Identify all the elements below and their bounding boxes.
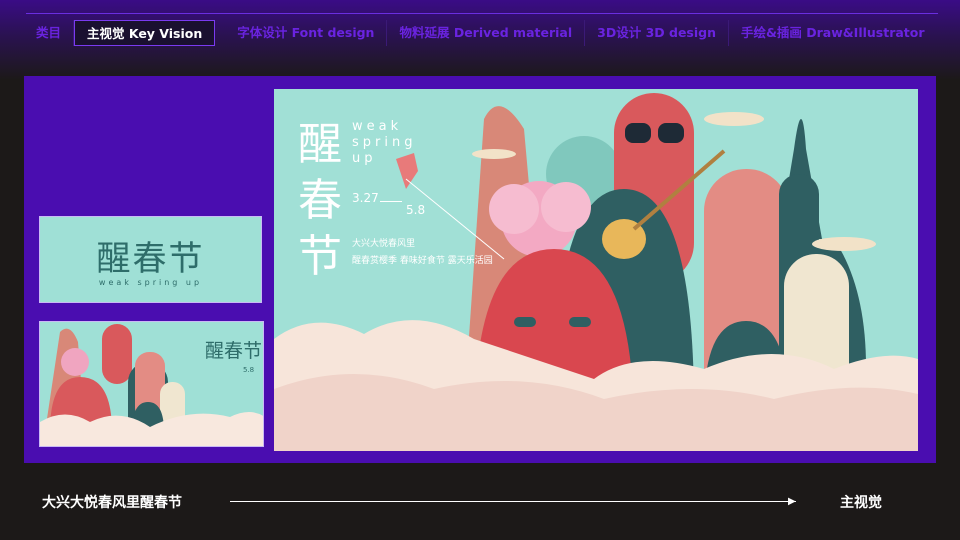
poster-subtitle-1: 大兴大悦春风里 [352, 239, 416, 249]
poster-subtitle-2: 醒春赏樱季 春味好食节 露天乐活园 [352, 256, 493, 266]
logo-title: 醒春节 [96, 239, 205, 279]
date-dash [380, 201, 402, 202]
mini-title: 醒春节 [205, 340, 263, 362]
nav-derived-material[interactable]: 物料延展 Derived material [387, 20, 586, 46]
nav-3d-design[interactable]: 3D设计 3D design [585, 20, 729, 46]
section-label: 主视觉 [840, 495, 882, 511]
poster-title: 醒春节 [298, 119, 342, 282]
nav-category[interactable]: 类目 [24, 20, 75, 46]
logo-subtitle: weak spring up [98, 278, 203, 287]
category-nav: 类目 主视觉 Key Vision 字体设计 Font design 物料延展 … [24, 20, 937, 46]
nav-illustrator[interactable]: 手绘&插画 Draw&Illustrator [729, 20, 937, 46]
poster-date-end: 5.8 [406, 203, 426, 217]
nav-key-vision[interactable]: 主视觉 Key Vision [74, 20, 216, 46]
poster-date-start: 3.27 [352, 191, 379, 205]
logo-thumbnail[interactable]: 醒春节 weak spring up [39, 216, 262, 303]
main-poster[interactable]: 醒春节 weak spring up 3.27 5.8 大兴大悦春风里 醒春赏樱… [274, 89, 918, 451]
header-divider [26, 13, 938, 14]
nav-font-design[interactable]: 字体设计 Font design [225, 20, 388, 46]
mini-date: 5.8 [243, 366, 255, 374]
poster-en-title: weak spring up [352, 119, 417, 166]
project-title: 大兴大悦春风里醒春节 [42, 495, 182, 511]
poster-thumbnail[interactable]: 醒春节 5.8 [39, 321, 264, 447]
arrow-right-icon: ▶ [788, 496, 796, 507]
arrow-line [230, 501, 796, 502]
